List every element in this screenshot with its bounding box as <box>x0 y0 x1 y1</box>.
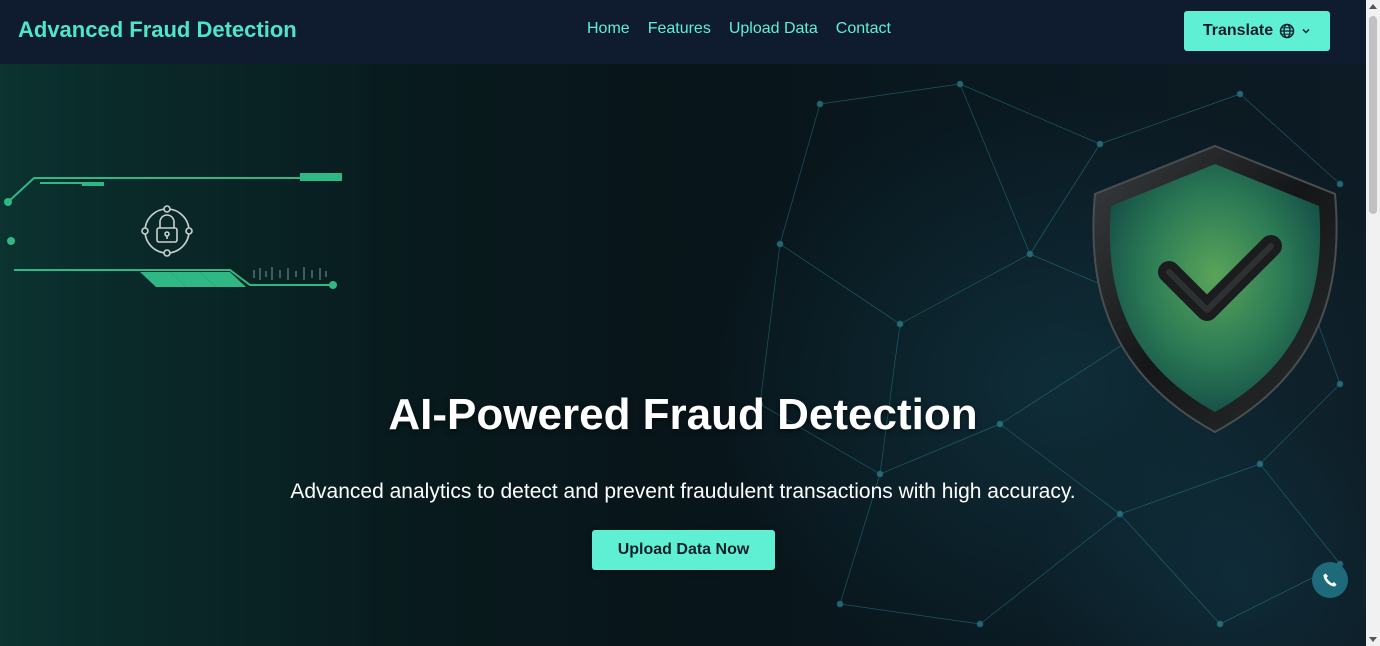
upload-data-now-button[interactable]: Upload Data Now <box>592 530 775 570</box>
phone-contact-button[interactable] <box>1312 562 1348 598</box>
scrollbar[interactable] <box>1366 0 1380 646</box>
hero-section: AI-Powered Fraud Detection Advanced anal… <box>0 64 1366 646</box>
translate-label: Translate <box>1202 22 1274 39</box>
navbar: Advanced Fraud Detection Home Features U… <box>0 0 1366 64</box>
scroll-thumb[interactable] <box>1369 16 1377 214</box>
nav-links: Home Features Upload Data Contact <box>587 20 891 38</box>
chevron-down-icon <box>1302 28 1310 34</box>
nav-link-upload-data[interactable]: Upload Data <box>729 20 818 38</box>
globe-icon <box>1279 23 1295 39</box>
scroll-down-arrow[interactable] <box>1369 637 1377 642</box>
nav-link-home[interactable]: Home <box>587 20 630 38</box>
nav-link-contact[interactable]: Contact <box>836 20 891 38</box>
hero-subtitle: Advanced analytics to detect and prevent… <box>290 480 1076 503</box>
circuit-lock-graphic <box>4 173 342 289</box>
scroll-up-arrow[interactable] <box>1369 4 1377 9</box>
lock-icon <box>141 205 193 257</box>
brand-logo[interactable]: Advanced Fraud Detection <box>18 17 297 43</box>
phone-icon <box>1323 573 1337 587</box>
translate-button[interactable]: Translate <box>1184 11 1330 51</box>
hero-title: AI-Powered Fraud Detection <box>388 390 978 439</box>
nav-link-features[interactable]: Features <box>648 20 711 38</box>
